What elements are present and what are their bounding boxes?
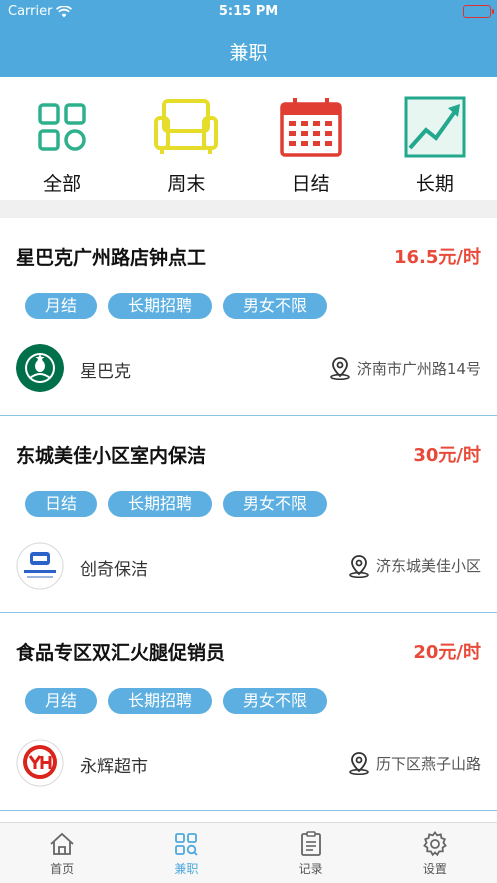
yonghui-logo <box>16 739 64 787</box>
job-tag: 男女不限 <box>223 490 328 517</box>
job-salary: 16.5元/时 <box>394 247 481 268</box>
category-label: 日结 <box>291 173 330 195</box>
status-bar: Carrier 5:15 PM <box>0 0 497 24</box>
category-label: 周末 <box>167 173 206 195</box>
job-address: 济东城美佳小区 <box>348 554 481 578</box>
job-card[interactable]: 星巴克广州路店钟点工 16.5元/时 月结 长期招聘 男女不限 星巴克 济南市广… <box>0 218 497 416</box>
address-text: 济东城美佳小区 <box>375 557 481 575</box>
clipboard-icon <box>297 830 325 858</box>
status-time: 5:15 PM <box>218 4 279 19</box>
address-text: 历下区燕子山路 <box>375 754 481 773</box>
address-text: 济南市广州路14号 <box>356 359 481 378</box>
tab-bar: 首页 兼职 记录 设置 <box>0 822 497 883</box>
location-pin-icon <box>349 554 369 578</box>
location-pin-icon <box>330 357 350 380</box>
job-address: 历下区燕子山路 <box>348 751 481 775</box>
section-divider <box>0 200 497 218</box>
trend-chart-icon <box>403 96 467 158</box>
category-all[interactable]: 全部 <box>0 77 124 200</box>
grid-icon <box>30 96 94 158</box>
job-tags: 日结 长期招聘 男女不限 <box>25 490 328 517</box>
job-list: 星巴克广州路店钟点工 16.5元/时 月结 长期招聘 男女不限 星巴克 济南市广… <box>0 218 497 811</box>
tab-label: 兼职 <box>174 862 199 876</box>
battery-icon <box>463 5 494 18</box>
sofa-icon <box>154 96 219 158</box>
tab-part-time[interactable]: 兼职 <box>124 823 248 883</box>
tab-label: 记录 <box>298 862 323 876</box>
tab-records[interactable]: 记录 <box>249 823 373 883</box>
navigation-header: Carrier 5:15 PM 兼职 <box>0 0 497 77</box>
tab-label: 设置 <box>422 862 447 876</box>
job-address: 济南市广州路14号 <box>329 356 481 380</box>
job-tag: 男女不限 <box>223 293 328 319</box>
job-tag: 长期招聘 <box>108 688 213 714</box>
starbucks-logo <box>16 344 64 392</box>
category-row: 全部 周末 日结 长期 <box>0 77 497 200</box>
job-tag: 男女不限 <box>223 688 328 714</box>
page-title: 兼职 <box>229 42 268 64</box>
location-pin-icon <box>349 752 369 775</box>
chuangqi-logo <box>16 542 64 590</box>
job-title: 食品专区双汇火腿促销员 <box>16 642 226 664</box>
category-label: 长期 <box>415 173 454 195</box>
company-name: 永辉超市 <box>80 757 148 777</box>
tab-label: 首页 <box>50 862 75 876</box>
category-weekend[interactable]: 周末 <box>124 77 248 200</box>
job-title: 星巴克广州路店钟点工 <box>16 247 207 269</box>
job-tags: 月结 长期招聘 男女不限 <box>25 293 328 319</box>
job-tag: 日结 <box>25 490 98 517</box>
job-tags: 月结 长期招聘 男女不限 <box>25 688 328 714</box>
job-salary: 20元/时 <box>413 642 481 663</box>
job-tag: 长期招聘 <box>108 293 213 319</box>
tab-settings[interactable]: 设置 <box>373 823 497 883</box>
job-title: 东城美佳小区室内保洁 <box>16 444 207 467</box>
calendar-icon <box>279 96 343 158</box>
job-tag: 月结 <box>25 293 98 319</box>
category-long-term[interactable]: 长期 <box>373 77 497 200</box>
gear-icon <box>421 830 449 858</box>
company-name: 星巴克 <box>80 362 131 382</box>
category-daily-pay[interactable]: 日结 <box>249 77 373 200</box>
job-tag: 长期招聘 <box>108 490 213 517</box>
tab-home[interactable]: 首页 <box>0 823 124 883</box>
job-tag: 月结 <box>25 688 98 714</box>
search-grid-icon <box>172 830 200 858</box>
company-name: 创奇保洁 <box>80 559 148 580</box>
job-salary: 30元/时 <box>413 444 481 466</box>
job-card[interactable]: 食品专区双汇火腿促销员 20元/时 月结 长期招聘 男女不限 永辉超市 历下区燕… <box>0 613 497 811</box>
job-card[interactable]: 东城美佳小区室内保洁 30元/时 日结 长期招聘 男女不限 创奇保洁 济东城美佳… <box>0 416 497 613</box>
category-label: 全部 <box>43 173 82 195</box>
home-icon <box>48 830 76 858</box>
